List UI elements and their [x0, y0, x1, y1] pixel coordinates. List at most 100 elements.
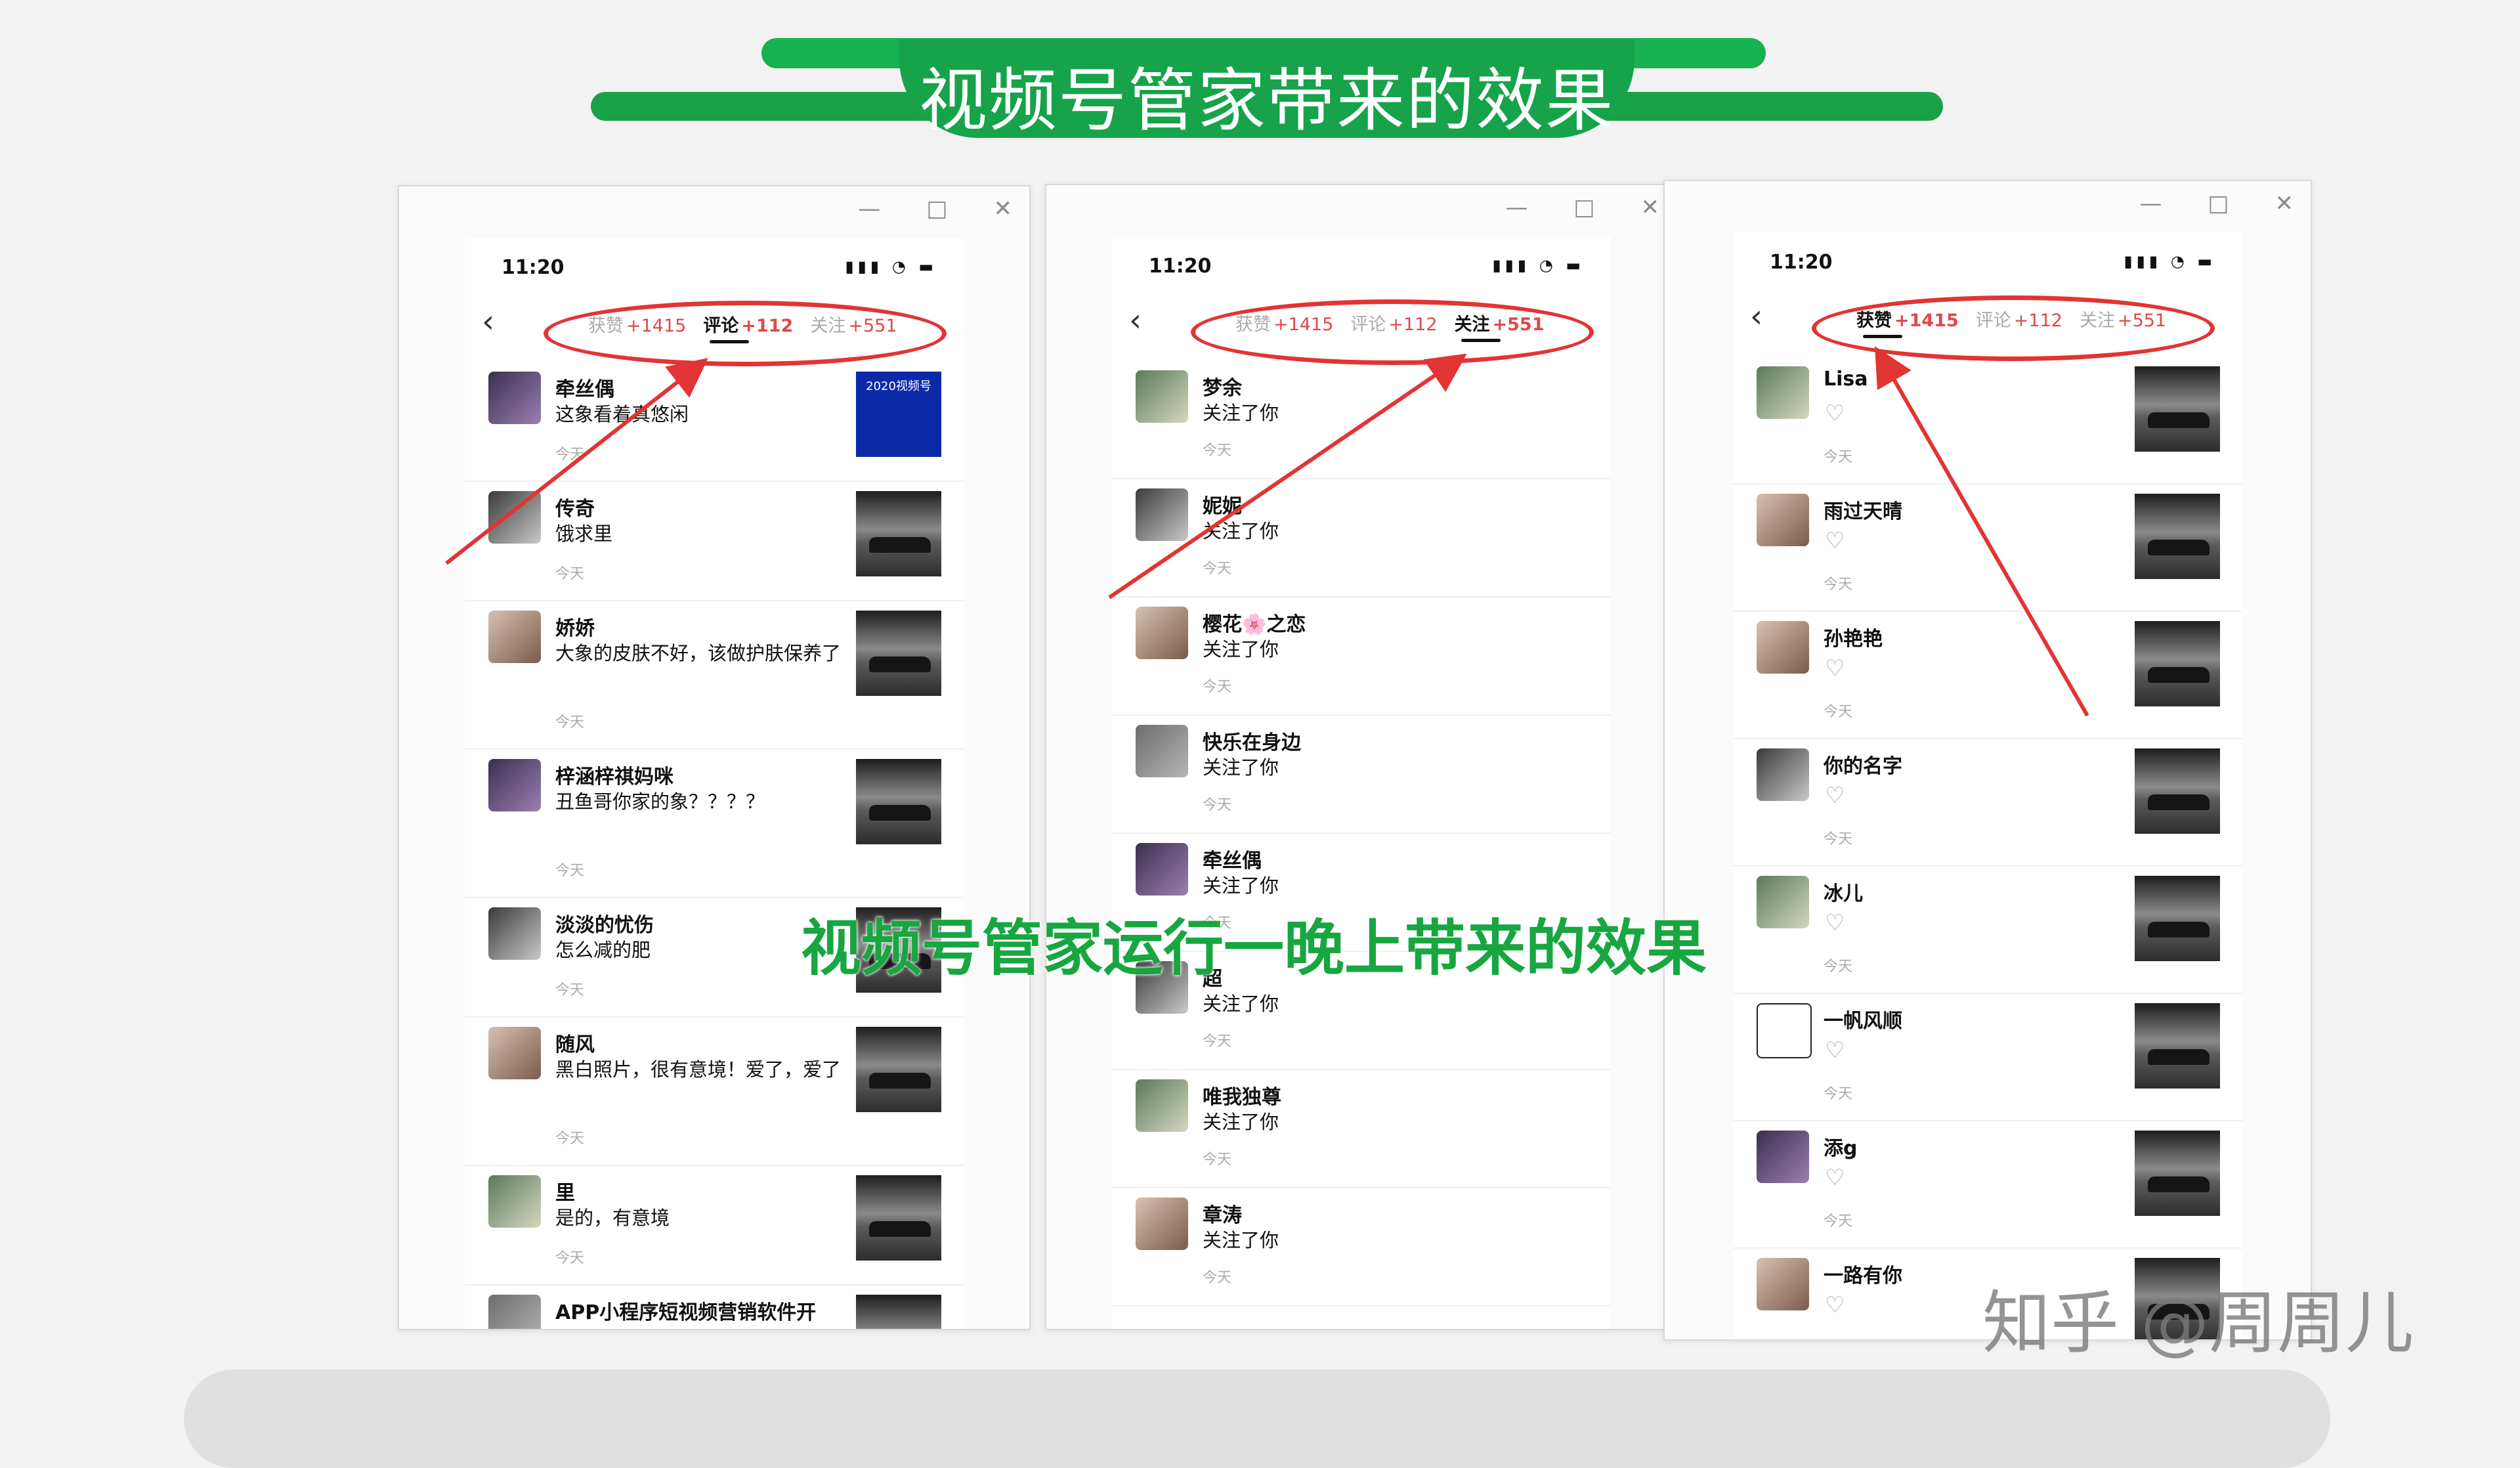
signal-icon: ▮▮▮: [1492, 256, 1531, 274]
item-message: 饿求里: [555, 523, 613, 545]
item-message: 这象看着真悠闲: [555, 403, 689, 425]
post-thumbnail[interactable]: [2135, 748, 2220, 834]
item-message: 丑鱼哥你家的象？？？？: [555, 790, 765, 813]
list-item[interactable]: 你的名字 ♡ 今天: [1733, 739, 2242, 867]
item-name: 你的名字: [1824, 755, 1902, 778]
item-message: 关注了你: [1203, 756, 1279, 779]
chevron-left-icon[interactable]: ‹: [482, 303, 494, 340]
avatar: [1757, 621, 1809, 674]
avatar: [1757, 1003, 1812, 1058]
avatar: [1757, 748, 1809, 801]
post-thumbnail[interactable]: [2135, 494, 2220, 579]
post-thumbnail[interactable]: [856, 759, 941, 844]
avatar: [488, 1295, 541, 1329]
chevron-left-icon[interactable]: ‹: [1750, 298, 1762, 335]
post-thumbnail[interactable]: [856, 491, 941, 576]
list-item[interactable]: 添g ♡ 今天: [1733, 1121, 2242, 1249]
avatar: [488, 759, 541, 811]
list-item[interactable]: 牵丝偶 这象看着真悠闲 今天 2020视频号: [465, 362, 964, 482]
minimize-icon[interactable]: —: [1505, 194, 1527, 221]
avatar: [1136, 843, 1188, 896]
item-name: 章涛: [1203, 1204, 1242, 1227]
list-item[interactable]: 雨过天晴 ♡ 今天: [1733, 485, 2242, 612]
post-thumbnail[interactable]: [2135, 876, 2220, 961]
list-item[interactable]: 梓涵梓祺妈咪 丑鱼哥你家的象？？？？ 今天: [465, 750, 964, 898]
item-name: 淡淡的忧伤: [555, 914, 654, 937]
page-title: 视频号管家带来的效果: [918, 60, 1615, 140]
avatar: [488, 1175, 541, 1228]
list-item[interactable]: 一帆风顺 ♡ 今天: [1733, 994, 2242, 1121]
post-thumbnail[interactable]: [856, 611, 941, 696]
post-thumbnail[interactable]: [2135, 1003, 2220, 1089]
post-thumbnail[interactable]: [2135, 621, 2220, 706]
post-thumbnail[interactable]: 2020视频号: [856, 372, 941, 457]
bottom-bar: [184, 1370, 2330, 1468]
notification-list: Lisa ♡ 今天 雨过天晴 ♡ 今天 孙艳艳 ♡ 今天 你的名字 ♡ 今天 冰儿 ♡ 今天 一帆风…: [1733, 357, 2242, 1339]
item-time: 今天: [1203, 1152, 1232, 1168]
item-time: 今天: [1203, 797, 1232, 813]
window-controls: — □ ✕: [2139, 190, 2294, 217]
minimize-icon[interactable]: —: [858, 196, 880, 222]
list-item[interactable]: 快乐在身边 关注了你今天: [1112, 716, 1611, 834]
list-item[interactable]: 章涛 关注了你 今天: [1112, 1188, 1611, 1306]
list-item[interactable]: 孙艳艳 ♡ 今天: [1733, 612, 2242, 739]
status-icons: ▮▮▮ ◔ ▬: [845, 257, 937, 276]
list-item[interactable]: 娇娇 大象的皮肤不好，该做护肤保养了 今天: [465, 601, 964, 750]
item-time: 今天: [1824, 1086, 1853, 1102]
banner-left-bar: [591, 92, 958, 121]
list-item[interactable]: 唯我独尊 关注了你 今天: [1112, 1070, 1611, 1188]
wifi-icon: ◔: [1539, 256, 1557, 274]
maximize-icon[interactable]: □: [926, 196, 947, 222]
wifi-icon: ◔: [891, 257, 910, 276]
window-controls: — □ ✕: [858, 196, 1012, 222]
maximize-icon[interactable]: □: [2208, 190, 2229, 217]
tab-highlight-ellipse: [1812, 295, 2215, 361]
list-item[interactable]: 随风 黑白照片，很有意境！爱了，爱了 今天: [465, 1018, 964, 1166]
avatar: [1136, 725, 1188, 777]
phone-screen: 11:20 ▮▮▮ ◔ ▬ ‹ 获赞 +1415 评论 +112 关注 +551 Li…: [1733, 232, 2242, 1339]
list-item[interactable]: APP小程序短视频营销软件开: [465, 1285, 964, 1329]
post-thumbnail[interactable]: [856, 1175, 941, 1261]
window-controls: — □ ✕: [1505, 194, 1659, 221]
window-follows: — □ ✕ 11:20 ▮▮▮ ◔ ▬ ‹ 获赞 +1415 评论 +112 关注 +…: [1045, 184, 1678, 1330]
close-icon[interactable]: ✕: [2275, 190, 2294, 217]
heart-icon: ♡: [1825, 400, 1845, 427]
item-time: 今天: [1824, 576, 1853, 593]
item-time: 今天: [1824, 1337, 1852, 1339]
avatar: [488, 907, 541, 960]
maximize-icon[interactable]: □: [1573, 194, 1594, 221]
heart-icon: ♡: [1825, 783, 1845, 809]
item-time: 今天: [555, 566, 585, 582]
avatar: [1136, 370, 1188, 423]
item-name: 娇娇: [555, 617, 595, 640]
list-item[interactable]: 樱花🌸之恋 关注了你 今天: [1112, 597, 1611, 716]
heart-icon: ♡: [1825, 1165, 1845, 1191]
post-thumbnail[interactable]: [2135, 366, 2220, 452]
list-item[interactable]: 妮妮 关注了你 今天: [1112, 479, 1611, 597]
item-name: 牵丝偶: [555, 378, 614, 401]
avatar: [1757, 494, 1809, 546]
heart-icon: ♡: [1825, 655, 1845, 681]
close-icon[interactable]: ✕: [994, 196, 1013, 222]
post-thumbnail[interactable]: [2135, 1131, 2220, 1216]
item-name: 梦余: [1203, 377, 1242, 400]
item-name: Lisa: [1824, 368, 1868, 391]
heart-icon: ♡: [1825, 910, 1845, 936]
chevron-left-icon[interactable]: ‹: [1129, 302, 1142, 339]
close-icon[interactable]: ✕: [1641, 194, 1660, 221]
heart-icon: ♡: [1825, 528, 1845, 554]
list-item[interactable]: 梦余 关注了你 今天: [1112, 361, 1611, 479]
phone-screen: 11:20 ▮▮▮ ◔ ▬ ‹ 获赞 +1415 评论 +112 关注 +551 梦余…: [1112, 236, 1611, 1329]
list-item[interactable]: Lisa ♡ 今天: [1733, 357, 2242, 485]
list-item[interactable]: 里是的，有意境 今天: [465, 1166, 964, 1285]
post-thumbnail[interactable]: [856, 1295, 941, 1329]
avatar: [488, 372, 541, 424]
post-thumbnail[interactable]: [856, 1027, 941, 1112]
banner-right-bar: [1575, 92, 1943, 121]
list-item[interactable]: 传奇 饿求里 今天: [465, 482, 964, 601]
item-name: 快乐在身边: [1203, 731, 1301, 754]
battery-icon: ▬: [1566, 256, 1585, 274]
minimize-icon[interactable]: —: [2139, 190, 2162, 217]
list-item[interactable]: 冰儿 ♡ 今天: [1733, 867, 2242, 994]
item-time: 今天: [1203, 1270, 1232, 1286]
